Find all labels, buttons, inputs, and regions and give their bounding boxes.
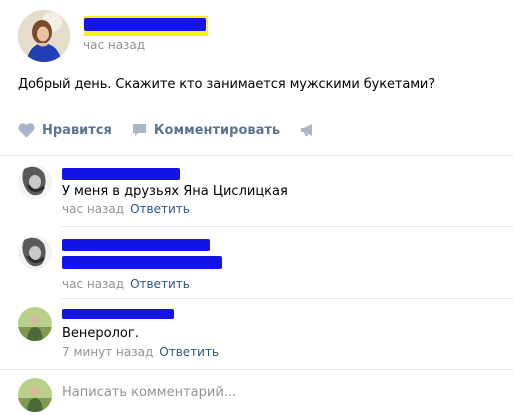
comment-meta: час назад Ответить: [62, 202, 190, 216]
comment-time[interactable]: час назад: [62, 202, 124, 216]
commenter-name-redacted[interactable]: [62, 309, 174, 319]
like-button[interactable]: Нравится: [18, 123, 112, 138]
commenter-name-redacted[interactable]: [62, 239, 210, 251]
post-text: Добрый день. Скажите кто занимается мужс…: [18, 77, 436, 92]
megaphone-icon: [301, 124, 313, 136]
comment-avatar[interactable]: [18, 236, 52, 270]
commenter-name-redacted[interactable]: [62, 168, 180, 180]
post-time[interactable]: час назад: [83, 38, 145, 52]
comment-time[interactable]: час назад: [62, 277, 124, 291]
author-name-redacted[interactable]: [84, 18, 206, 31]
comment-meta: час назад Ответить: [62, 277, 190, 291]
divider: [62, 298, 513, 299]
divider: [0, 155, 513, 156]
comment-icon: [132, 124, 146, 136]
comment-input[interactable]: Написать комментарий...: [62, 385, 236, 400]
comment-text: Венеролог.: [62, 326, 139, 341]
reply-link[interactable]: Ответить: [159, 345, 219, 359]
comment-avatar[interactable]: [18, 307, 52, 341]
current-user-avatar[interactable]: [18, 378, 52, 412]
post-actions: Нравится Комментировать: [18, 119, 324, 141]
share-button[interactable]: [300, 123, 324, 137]
comment-text: У меня в друзьях Яна Цислицкая: [62, 184, 288, 199]
divider: [62, 226, 513, 227]
divider: [0, 369, 513, 370]
reply-link[interactable]: Ответить: [130, 202, 190, 216]
comment-label: Комментировать: [153, 122, 281, 138]
comment-text-redacted: [62, 256, 222, 269]
comment-avatar[interactable]: [18, 165, 52, 199]
comment-time[interactable]: 7 минут назад: [62, 345, 153, 359]
comment-button[interactable]: Комментировать: [132, 123, 280, 138]
like-label: Нравится: [42, 122, 112, 138]
comment-meta: 7 минут назад Ответить: [62, 345, 219, 359]
post-author-avatar[interactable]: [18, 10, 70, 62]
heart-icon: [18, 122, 35, 138]
reply-link[interactable]: Ответить: [130, 277, 190, 291]
